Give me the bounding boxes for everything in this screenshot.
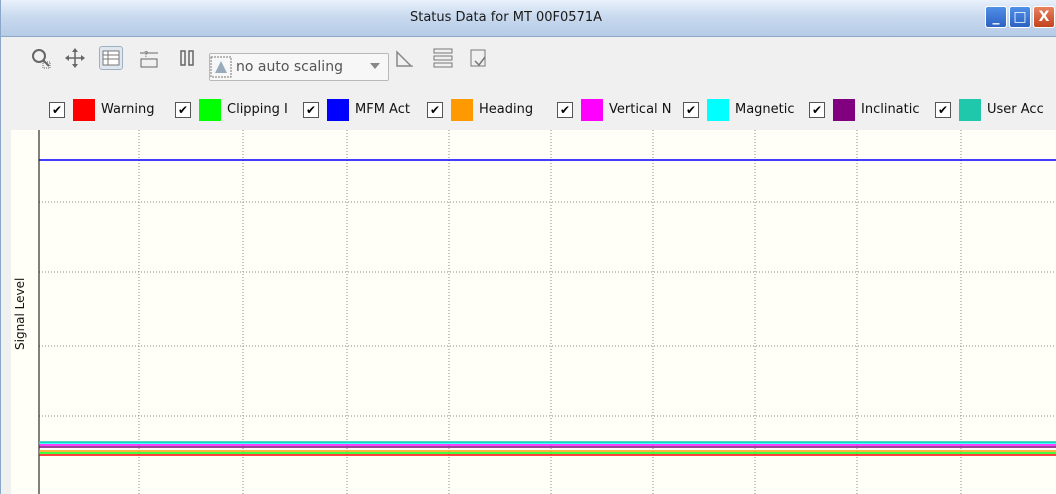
close-button[interactable]: X: [1033, 6, 1055, 28]
legend-label: Heading: [479, 102, 534, 117]
plot-grid: [39, 130, 1056, 494]
svg-text:?: ?: [144, 50, 148, 59]
scaling-select-value: no auto scaling: [236, 59, 343, 75]
scaling-select[interactable]: no auto scaling: [209, 53, 389, 81]
status-data-window: Status Data for MT 00F0571A _ □ X ? no a…: [0, 0, 1056, 494]
legend-checkbox[interactable]: ✔: [175, 102, 191, 118]
toolbar: ? no auto scaling: [1, 40, 1056, 96]
pan-icon[interactable]: [63, 46, 87, 70]
series-lines: [39, 159, 1056, 456]
ruler-icon[interactable]: [393, 46, 417, 70]
legend-swatch: [451, 99, 473, 121]
legend-swatch: [833, 99, 855, 121]
legend-swatch: [581, 99, 603, 121]
scale-icon[interactable]: ?: [137, 46, 161, 70]
title-bar[interactable]: Status Data for MT 00F0571A _ □ X: [1, 0, 1056, 37]
layout-icon[interactable]: [431, 46, 455, 70]
table-icon[interactable]: [99, 46, 123, 70]
legend-swatch: [73, 99, 95, 121]
legend-swatch: [959, 99, 981, 121]
legend-checkbox[interactable]: ✔: [303, 102, 319, 118]
legend-checkbox[interactable]: ✔: [809, 102, 825, 118]
legend-checkbox[interactable]: ✔: [935, 102, 951, 118]
legend-checkbox[interactable]: ✔: [683, 102, 699, 118]
minimize-button[interactable]: _: [985, 6, 1007, 28]
window-title: Status Data for MT 00F0571A: [409, 10, 603, 25]
plot-area[interactable]: [11, 130, 1056, 494]
signal-plot: [38, 130, 1056, 494]
legend-label: Warning: [101, 102, 155, 117]
maximize-button[interactable]: □: [1009, 6, 1031, 28]
chevron-down-icon: [370, 63, 380, 69]
legend-swatch: [199, 99, 221, 121]
legend-label: User Acc: [987, 102, 1044, 117]
legend-checkbox[interactable]: ✔: [49, 102, 65, 118]
y-axis-label-container: Signal Level: [13, 278, 29, 430]
y-axis-label: Signal Level: [13, 277, 27, 350]
legend-label: Magnetic: [735, 102, 795, 117]
zoom-icon[interactable]: [29, 46, 53, 70]
export-icon[interactable]: [467, 46, 491, 70]
legend-checkbox[interactable]: ✔: [557, 102, 573, 118]
legend-checkbox[interactable]: ✔: [427, 102, 443, 118]
legend-label: MFM Act: [355, 102, 410, 117]
window-controls: _ □ X: [985, 6, 1055, 28]
legend: ✔ Warning ✔ Clipping I ✔ MFM Act ✔ Heading ✔ Vert…: [1, 96, 1056, 126]
pause-icon[interactable]: [175, 46, 199, 70]
legend-swatch: [707, 99, 729, 121]
legend-label: Inclinatic: [861, 102, 920, 117]
legend-label: Vertical N: [609, 102, 672, 117]
legend-label: Clipping I: [227, 102, 288, 117]
legend-swatch: [327, 99, 349, 121]
autoscale-icon: [210, 56, 232, 78]
